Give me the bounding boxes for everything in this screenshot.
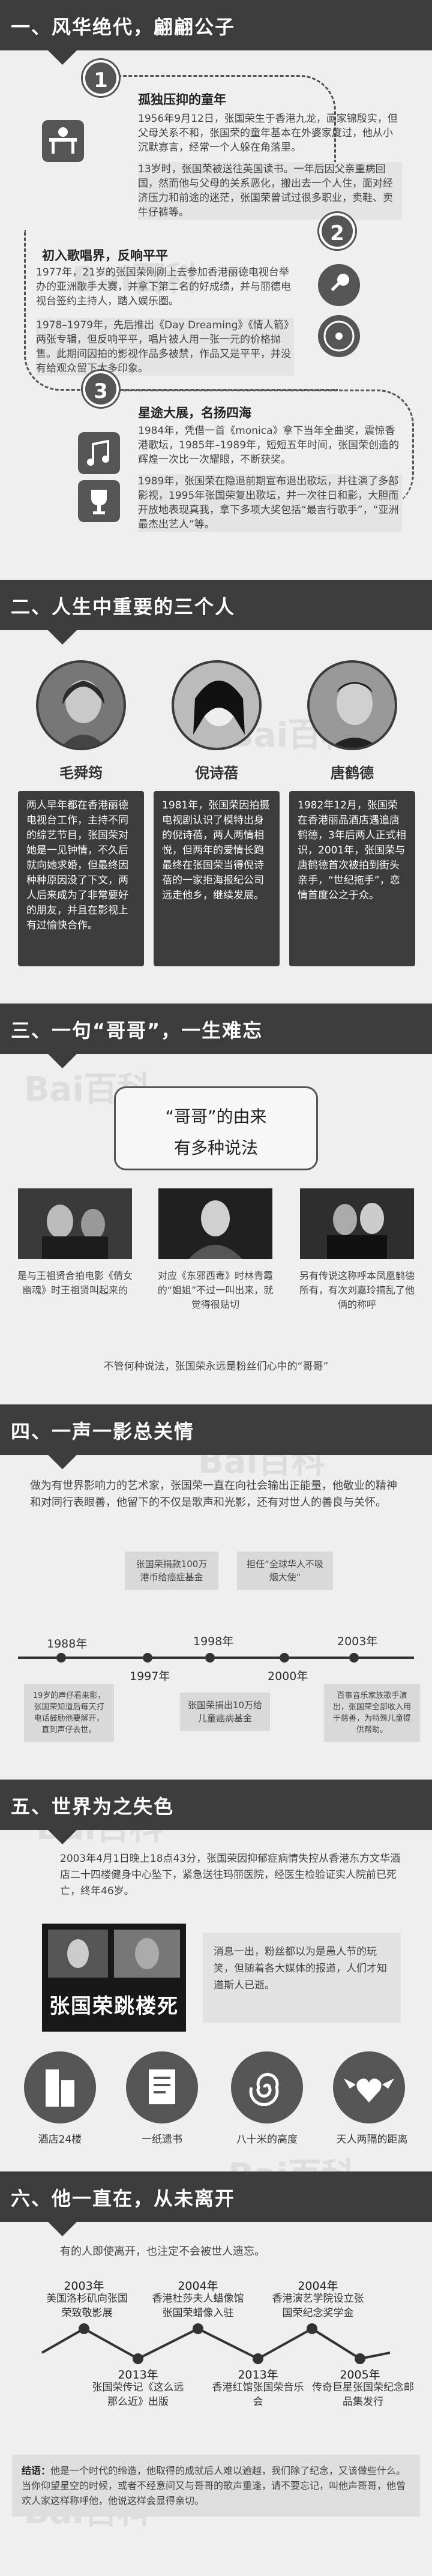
trophy-icon [78,480,120,522]
tl-text-1: 美国洛杉矶向张国荣致敬影展 [46,2293,128,2319]
timeline-year-2000: 2000年 [268,1670,308,1683]
person-3-name: 唐鹤德 [331,765,374,781]
tl-year-6: 2005年 [340,2368,380,2382]
vinyl-record-icon [318,315,360,357]
conclusion-text: 他是一个时代的缔造，他取得的成就后人难以逾越，我们除了纪念，又该做些什么。当你仰… [22,2465,406,2506]
music-note-icon [78,432,120,474]
tl-year-1: 2003年 [64,2280,104,2293]
conclusion-label: 结语： [22,2465,51,2476]
tl-text-2: 香港杜莎夫人蜡像馆张国荣蜡像入驻 [152,2293,244,2319]
tl-text-6: 传奇巨星张国荣纪念邮品集发行 [312,2382,414,2408]
timeline-year-1998: 1998年 [193,1635,234,1648]
icon-label-4: 天人两隔的距离 [336,2134,408,2146]
timeline-year-1997: 1997年 [130,1670,170,1683]
section-3-header: 三、一句“哥哥”，一生难忘 [0,1004,432,1068]
charity-box-1988: 19岁的声仔看来影，张国荣知道后每天打电话鼓励他要解开，直到声仔去世。 [24,1684,114,1742]
section-2-header: 二、人生中重要的三个人 [0,580,432,645]
letter-icon [126,2051,198,2123]
step-3-badge: 3 [83,371,119,407]
section-4-intro: 做为有世界影响力的艺术家，张国荣一直在向社会输出正能量，他敬业的精神和对同行表眼… [30,1479,397,1509]
tl-year-2: 2004年 [178,2280,218,2293]
step-1-para-1: 1956年9月12日，张国荣生于香港九龙，画家锦殷实，但父母关系不和，张国荣的童… [138,113,398,154]
step-3-title: 星途大展，名扬四海 [138,406,251,420]
step-1-title: 孤独压抑的童年 [138,92,226,107]
poster-headline: 张国荣跳楼死 [49,1994,179,2018]
icon-label-3: 八十米的高度 [236,2134,298,2146]
tl-text-3: 香港演艺学院设立张国荣纪念奖学金 [272,2293,364,2319]
news-reaction-text: 消息一出，粉丝都以为是愚人节的玩笑，但随着各大媒体的报道，人们才知道斯人已逝。 [214,1946,387,1991]
avatar-person-2 [172,660,262,750]
section-5-header: 五、世界为之失色 [0,1780,432,1844]
step-2-badge: 2 [319,213,355,249]
section-6-header: 六、他一直在，从未离开 [0,2171,432,2236]
section-6-intro: 有的人即使离开，也注定不会被世人遗忘。 [60,2245,265,2258]
news-reaction: 消息一出，粉丝都以为是愚人节的玩笑，但随着各大媒体的报道，人们才知道斯人已逝。 [203,1933,401,2023]
tl-year-4: 2013年 [118,2368,158,2382]
newspaper-poster: 张国荣跳楼死 [42,1924,186,2032]
timeline-year-1988: 1988年 [47,1637,88,1651]
avatar-person-1 [36,660,126,750]
step-1-para-2: 13岁时，张国荣被送往英国读书。一年后因父亲重病回国，然而他与父母的关系恶化，搬… [138,162,402,220]
tl-text-5: 香港红馆张国荣音乐会 [212,2382,304,2408]
origin-caption-1: 是与王祖贤合拍电影《倩女幽魂》时王祖贤叫起来的 [17,1270,133,1296]
section-1-header: 一、风华绝代，翩翩公子 [0,0,432,65]
person-2-description: 1981年，张国荣因拍摄电视剧认识了模特出身的倪诗蓓，两人两情相悦，但两年的爱情… [154,791,280,966]
speech-bubble: “哥哥”的由来 有多种说法 [114,1086,318,1170]
hotel-building-icon [24,2051,96,2123]
section-5-title: 五、世界为之失色 [11,1795,175,1818]
step-2-title: 初入歌唱界，反响平平 [42,248,168,263]
section-6-title: 六、他一直在，从未离开 [11,2187,236,2210]
section-5-intro: 2003年4月1日晚上18点43分，张国荣因抑郁症病情失控从香港东方文华酒店二十… [60,1853,401,1897]
spiral-icon [231,2051,303,2123]
bubble-line-2: 有多种说法 [173,1138,258,1158]
section-1-title: 一、风华绝代，翩翩公子 [11,16,236,38]
conclusion: 结语：他是一个时代的缔造，他取得的成就后人难以逾越，我们除了纪念，又该做些什么。… [12,2455,420,2517]
section-2-title: 二、人生中重要的三个人 [11,595,236,618]
step-3-para-1: 1984年，凭借一首《monica》拿下当年全曲奖，震惊香港歌坛，1985年–1… [138,425,400,466]
charity-box-2003: 百事音乐家族歌手演出，张国荣全部收入用于慈善，为特殊儿童提供帮助。 [324,1684,420,1742]
winged-heart-icon [333,2051,405,2123]
origin-caption-2: 对应《东邪西毒》时林青霞的“姐姐”不过一叫出来，就觉得很贴切 [157,1270,274,1310]
step-2-para-2: 1978–1979年，先后推出《Day Dreaming》《情人箭》两张专辑，但… [36,318,294,376]
avatar-person-3 [307,660,397,750]
section-3-title: 三、一句“哥哥”，一生难忘 [11,1019,263,1042]
timeline-year-2003: 2003年 [337,1635,378,1648]
step-1-badge: 1 [83,60,119,96]
step-3-para-2: 1989年，张国荣在隐退前期宣布退出歌坛，并往演了多部影视，1995年张国荣复出… [138,474,402,532]
film-still-1 [18,1188,132,1259]
person-2-name: 倪诗蓓 [195,765,238,781]
step-2-para-1: 1977年，21岁的张国荣刚刚上去参加香港丽德电视台举办的亚洲歌手大赛，并拿下第… [36,266,291,307]
origin-note: 不管何种说法，张国荣永远是粉丝们心中的“哥哥” [103,1361,329,1373]
section-4-title: 四、一声一影总关情 [11,1420,195,1443]
film-still-2 [158,1188,272,1259]
bubble-line-1: “哥哥”的由来 [165,1107,267,1127]
person-1-description: 两人早年都在香港丽德电视台工作，主持不同的综艺节目，张国荣对她是一见钟情，不久后… [18,791,144,966]
charity-box-1998: 张国荣捐款100万港币给癌症基金 [125,1551,218,1590]
person-1-name: 毛舜筠 [59,765,103,781]
section-4-header: 四、一声一影总关情 [0,1404,432,1469]
tl-text-4: 张国荣传记《这么远那么近》出版 [92,2382,184,2408]
icon-label-1: 酒店24楼 [38,2134,82,2146]
tl-year-3: 2004年 [298,2280,338,2293]
icon-label-2: 一纸遗书 [142,2134,182,2146]
charity-box-1999: 张国荣捐出10万给儿童癌病基金 [180,1693,270,1731]
film-still-3 [300,1188,414,1259]
tl-year-5: 2013年 [238,2368,278,2382]
origin-caption-3: 另有传说这称呼本凤凰鹤德所有，有次刘嘉玲搞乱了他俩的称呼 [299,1270,415,1310]
charity-box-2000: 担任“全球华人不吸烟大使” [237,1551,333,1590]
desk-icon [42,120,84,162]
microphone-icon [318,264,360,306]
person-3-description: 1982年12月，张国荣在香港丽晶酒店遇追唐鹤德，3年后两人正式相识，2001年… [289,791,415,966]
